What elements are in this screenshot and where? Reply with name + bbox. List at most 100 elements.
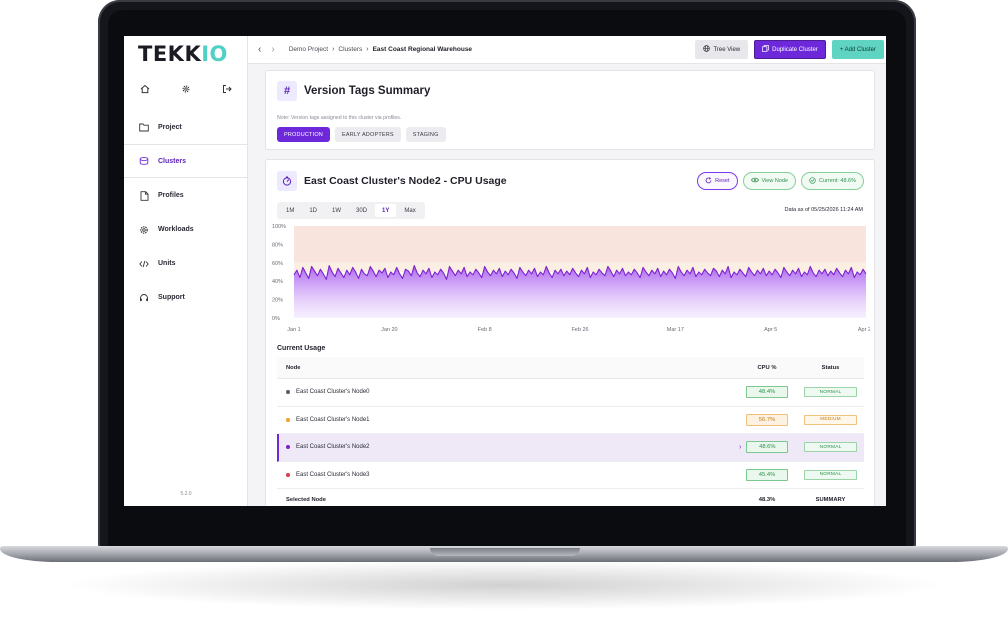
node-name: East Coast Cluster's Node2 [296, 444, 370, 451]
tree-view-label: Tree View [713, 46, 741, 53]
y-tick-label: 80% [272, 242, 283, 248]
pulse-icon [809, 176, 816, 186]
table-row[interactable]: East Coast Cluster's Node3 45.4% NORMAL [277, 462, 864, 489]
status-badge: NORMAL [804, 387, 857, 398]
range-1d[interactable]: 1D [302, 204, 324, 217]
x-tick-label: Apr 5 [764, 327, 777, 333]
app-version: 5.2.0 [180, 491, 192, 497]
version-tags-title: Version Tags Summary [304, 85, 431, 97]
refresh-icon [705, 176, 712, 186]
sidebar: TEKKIO Project Clusters Profiles Workloa… [124, 36, 248, 506]
table-row-selected[interactable]: East Coast Cluster's Node2 › 48.6% NORMA… [277, 434, 864, 462]
sidebar-item-units[interactable]: Units [124, 246, 248, 280]
table-row[interactable]: East Coast Cluster's Node0 48.4% NORMAL [277, 379, 864, 407]
sidebar-quick-actions [138, 82, 234, 96]
node-name: East Coast Cluster's Node0 [296, 389, 370, 396]
x-tick-label: Jan 20 [381, 327, 398, 333]
node-color-dot [286, 417, 290, 422]
cpu-usage-card: East Coast Cluster's Node2 - CPU Usage R… [265, 159, 875, 506]
node-color-dot [286, 472, 290, 477]
copy-icon [762, 45, 769, 54]
app-screen: TEKKIO Project Clusters Profiles Workloa… [124, 36, 886, 506]
tag-production[interactable]: PRODUCTION [277, 127, 330, 142]
table-row[interactable]: East Coast Cluster's Node1 56.7% MEDIUM [277, 407, 864, 434]
duplicate-cluster-button[interactable]: Duplicate Cluster [754, 40, 826, 59]
history-nav: ‹ › [258, 44, 275, 55]
cpu-actions: Reset View Node Current: 48.6% [697, 172, 864, 190]
tag-early-adopters[interactable]: EARLY ADOPTERS [334, 127, 401, 142]
logout-icon[interactable] [220, 82, 234, 96]
reset-button[interactable]: Reset [697, 172, 738, 190]
column-status[interactable]: Status [797, 365, 864, 371]
status-badge: MEDIUM [804, 414, 857, 425]
cpu-usage-chart[interactable]: 100% 80% 60% 40% 20% 0% Jan 1 Jan 20 Feb 8 Feb 26… [270, 222, 870, 334]
cpu-value: 48.6% [746, 441, 789, 454]
hash-icon: # [277, 81, 297, 101]
forward-arrow-icon[interactable]: › [271, 44, 274, 55]
breadcrumb-clusters[interactable]: Clusters [338, 46, 362, 53]
footer-label: Selected Node [286, 497, 326, 503]
table-header: Node CPU % Status [277, 357, 864, 379]
laptop-shadow [60, 560, 948, 610]
settings-icon[interactable] [179, 82, 193, 96]
node-color-dot [286, 445, 290, 450]
sidebar-item-clusters[interactable]: Clusters [124, 144, 248, 178]
version-tags-note: Note: Version tags assigned to this clus… [277, 115, 402, 121]
tree-view-button[interactable]: Tree View [695, 40, 749, 59]
globe-icon [703, 45, 711, 54]
current-usage-title: Current Usage [277, 345, 326, 352]
range-1y[interactable]: 1Y [375, 204, 397, 217]
cog-icon [138, 224, 150, 236]
add-cluster-label: + Add Cluster [839, 46, 876, 53]
breadcrumb-separator: › [366, 46, 369, 53]
eye-icon [750, 177, 759, 185]
cpu-value: 45.4% [746, 468, 788, 481]
x-tick-label: Apr 24 [858, 327, 870, 333]
cpu-usage-title: East Coast Cluster's Node2 - CPU Usage [304, 175, 507, 187]
sidebar-nav: Project Clusters Profiles Workloads Unit… [124, 110, 248, 314]
sidebar-item-project[interactable]: Project [124, 110, 248, 144]
breadcrumb: Demo Project › Clusters › East Coast Reg… [289, 46, 472, 53]
y-tick-label: 0% [272, 316, 280, 322]
sidebar-item-profiles[interactable]: Profiles [124, 178, 248, 212]
table-footer: Selected Node 48.3% SUMMARY [277, 489, 864, 506]
y-tick-label: 60% [272, 261, 283, 267]
sidebar-item-label: Support [158, 294, 185, 301]
y-tick-label: 100% [272, 224, 286, 230]
node-name: East Coast Cluster's Node1 [296, 416, 370, 423]
file-icon [138, 190, 150, 202]
footer-value: 48.3% [758, 497, 776, 503]
node-color-dot [286, 390, 290, 395]
back-arrow-icon[interactable]: ‹ [258, 44, 261, 55]
x-tick-label: Jan 1 [287, 327, 300, 333]
cpu-value: 48.4% [746, 386, 788, 399]
main-content: # Version Tags Summary Note: Version tag… [248, 64, 886, 506]
duplicate-cluster-label: Duplicate Cluster [772, 46, 818, 53]
y-tick-label: 40% [272, 279, 283, 285]
database-icon [138, 155, 150, 167]
app-logo[interactable]: TEKKIO [138, 42, 228, 66]
tag-staging[interactable]: STAGING [405, 127, 446, 142]
current-usage-label: Current: 48.6% [819, 178, 856, 184]
sidebar-item-label: Project [158, 124, 182, 131]
sidebar-item-workloads[interactable]: Workloads [124, 212, 248, 246]
sidebar-item-label: Workloads [158, 226, 194, 233]
y-tick-label: 20% [272, 298, 283, 304]
range-1m[interactable]: 1M [279, 204, 301, 217]
column-cpu[interactable]: CPU % [737, 365, 797, 371]
breadcrumb-project[interactable]: Demo Project [289, 46, 328, 53]
home-icon[interactable] [138, 82, 152, 96]
laptop-notch [430, 548, 580, 556]
breadcrumb-current: East Coast Regional Warehouse [372, 46, 473, 53]
column-node[interactable]: Node [277, 365, 737, 371]
x-tick-label: Feb 26 [571, 327, 588, 333]
range-max[interactable]: Max [397, 204, 422, 217]
range-30d[interactable]: 30D [349, 204, 374, 217]
view-node-button[interactable]: View Node [742, 172, 796, 190]
current-usage-badge: Current: 48.6% [801, 172, 864, 190]
sidebar-item-support[interactable]: Support [124, 280, 248, 314]
add-cluster-button[interactable]: + Add Cluster [831, 40, 884, 59]
range-1w[interactable]: 1W [325, 204, 348, 217]
sidebar-item-label: Clusters [158, 157, 187, 165]
time-range-selector: 1M 1D 1W 30D 1Y Max [277, 202, 425, 219]
